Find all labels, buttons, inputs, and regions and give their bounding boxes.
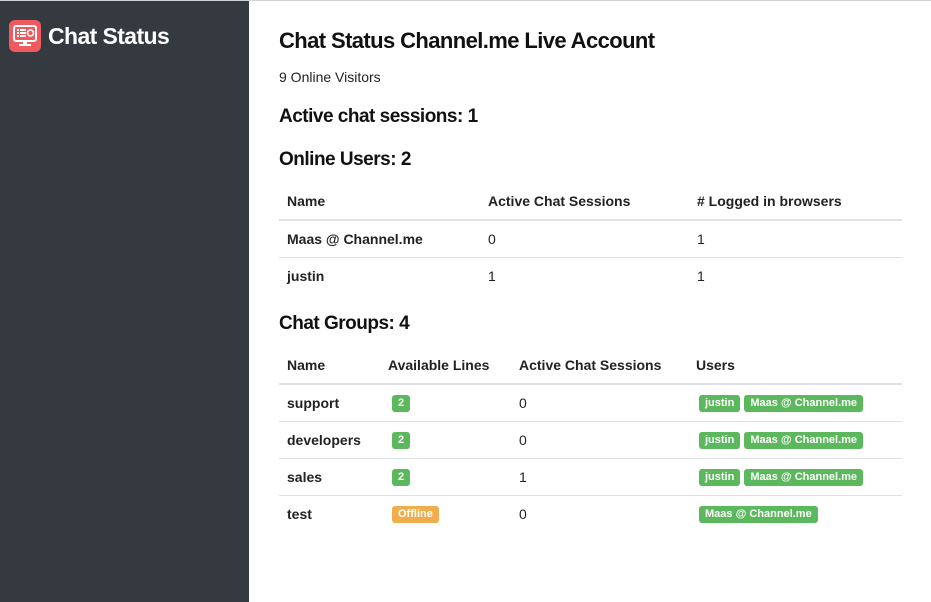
table-row: sales 2 1 justin Maas @ Channel.me — [279, 458, 902, 496]
brand-name: Chat Status — [48, 22, 170, 49]
column-header-logged-browsers: # Logged in browsers — [689, 182, 902, 221]
sidebar: Chat Status — [0, 1, 249, 602]
offline-status-badge: Offline — [392, 506, 439, 524]
table-header-row: Name Available Lines Active Chat Session… — [279, 346, 902, 385]
user-name: Maas @ Channel.me — [279, 220, 480, 258]
user-badge: Maas @ Channel.me — [744, 469, 864, 486]
available-lines-badge: 2 — [392, 469, 411, 486]
user-logged-browsers: 1 — [697, 267, 705, 284]
column-header-name: Name — [279, 182, 480, 221]
group-users-cell: Maas @ Channel.me — [688, 495, 902, 532]
column-header-active-sessions: Active Chat Sessions — [480, 182, 689, 221]
group-lines-cell: 2 — [380, 384, 511, 422]
user-badge: Maas @ Channel.me — [699, 506, 818, 524]
user-badge: Maas @ Channel.me — [744, 432, 864, 449]
table-row: developers 2 0 justin Maas @ Channel.me — [279, 421, 902, 459]
active-sessions-heading: Active chat sessions: 1 — [279, 106, 478, 127]
group-lines-cell: 2 — [380, 421, 511, 459]
available-lines-badge: 2 — [392, 395, 411, 413]
available-lines-badge: 2 — [392, 432, 411, 449]
group-users-cell: justin Maas @ Channel.me — [688, 458, 902, 496]
group-active-sessions: 0 — [511, 421, 688, 459]
user-badge: justin — [699, 469, 741, 486]
page-title: Chat Status Channel.me Live Account — [279, 28, 655, 53]
table-row: support 2 0 justin Maas @ Channel.me — [279, 384, 902, 422]
group-name: sales — [279, 458, 380, 496]
user-active-sessions: 0 — [480, 220, 689, 258]
online-visitors-count: 9 Online Visitors — [279, 69, 381, 85]
group-active-sessions: 0 — [519, 505, 527, 522]
user-name: justin — [287, 267, 325, 284]
column-header-users: Users — [688, 346, 902, 385]
group-lines-cell: Offline — [380, 495, 511, 532]
column-header-available-lines: Available Lines — [380, 346, 511, 385]
group-name: test — [287, 505, 312, 522]
group-name: developers — [279, 421, 380, 459]
table-row: test Offline 0 Maas @ Channel.me — [279, 495, 902, 532]
user-badge: Maas @ Channel.me — [744, 395, 864, 413]
monitor-chat-icon — [9, 20, 41, 52]
user-active-sessions: 1 — [488, 267, 496, 284]
online-users-table: Name Active Chat Sessions # Logged in br… — [279, 182, 902, 294]
chat-groups-heading: Chat Groups: 4 — [279, 313, 410, 334]
online-users-heading: Online Users: 2 — [279, 149, 411, 170]
table-row: Maas @ Channel.me 0 1 — [279, 220, 902, 258]
group-name: support — [279, 384, 380, 422]
table-header-row: Name Active Chat Sessions # Logged in br… — [279, 182, 902, 221]
user-logged-browsers: 1 — [689, 220, 902, 258]
user-badge: justin — [699, 395, 741, 413]
chat-groups-table: Name Available Lines Active Chat Session… — [279, 346, 902, 532]
group-active-sessions: 1 — [511, 458, 688, 496]
group-users-cell: justin Maas @ Channel.me — [688, 421, 902, 459]
brand[interactable]: Chat Status — [9, 20, 170, 52]
group-lines-cell: 2 — [380, 458, 511, 496]
column-header-name: Name — [279, 346, 380, 385]
group-users-cell: justin Maas @ Channel.me — [688, 384, 902, 422]
user-badge: justin — [699, 432, 741, 449]
group-active-sessions: 0 — [511, 384, 688, 422]
table-row: justin 1 1 — [279, 257, 902, 294]
column-header-active-sessions: Active Chat Sessions — [511, 346, 688, 385]
